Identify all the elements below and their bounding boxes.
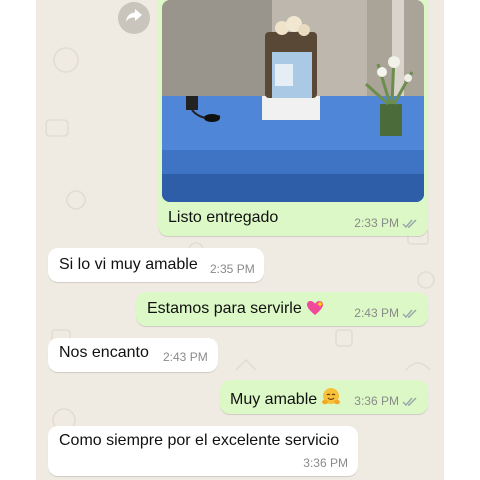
outgoing-message-bubble[interactable]: Estamos para servirle 2:43 PM xyxy=(136,292,428,326)
forward-icon xyxy=(125,8,143,29)
read-ticks-icon xyxy=(402,309,417,318)
message-meta: 2:43 PM xyxy=(163,350,208,364)
photo-caption: Listo entregado xyxy=(168,209,279,226)
message-meta: 3:36 PM xyxy=(354,394,418,408)
chat-area[interactable]: Listo entregado 2:33 PM Si lo vi muy ama… xyxy=(36,0,444,480)
forward-button[interactable] xyxy=(118,2,150,34)
message-text: Como siempre por el excelente servicio xyxy=(59,432,340,449)
incoming-message-bubble[interactable]: Si lo vi muy amable 2:35 PM xyxy=(48,248,264,282)
message-text-content: Muy amable xyxy=(230,391,318,408)
message-text: Nos encanto xyxy=(59,344,149,361)
message-time: 2:35 PM xyxy=(210,262,255,276)
read-ticks-icon xyxy=(402,397,417,406)
message-time: 3:36 PM xyxy=(354,394,399,408)
read-ticks-icon xyxy=(402,219,417,228)
smiling-face-with-open-hands-icon xyxy=(321,387,341,413)
message-text: Muy amable xyxy=(230,387,341,413)
message-meta: 2:35 PM xyxy=(210,262,255,276)
incoming-message-bubble[interactable]: Como siempre por el excelente servicio 3… xyxy=(48,426,358,476)
photo-message-meta: 2:33 PM xyxy=(354,216,418,230)
message-time: 2:43 PM xyxy=(163,350,208,364)
message-time: 2:43 PM xyxy=(354,306,399,320)
message-meta: 2:43 PM xyxy=(354,306,418,320)
message-time: 2:33 PM xyxy=(354,216,399,230)
sparkling-heart-icon xyxy=(306,300,324,322)
message-text: Si lo vi muy amable xyxy=(59,256,198,273)
outgoing-message-bubble[interactable]: Muy amable 3:36 PM xyxy=(220,380,428,414)
blue-table-cake-photo[interactable] xyxy=(162,0,424,202)
photo-message-bubble[interactable]: Listo entregado 2:33 PM xyxy=(158,0,428,236)
message-meta: 3:36 PM xyxy=(303,456,348,470)
message-text: Estamos para servirle xyxy=(147,299,324,322)
incoming-message-bubble[interactable]: Nos encanto 2:43 PM xyxy=(48,338,218,372)
message-text-content: Estamos para servirle xyxy=(147,300,302,317)
message-time: 3:36 PM xyxy=(303,456,348,470)
